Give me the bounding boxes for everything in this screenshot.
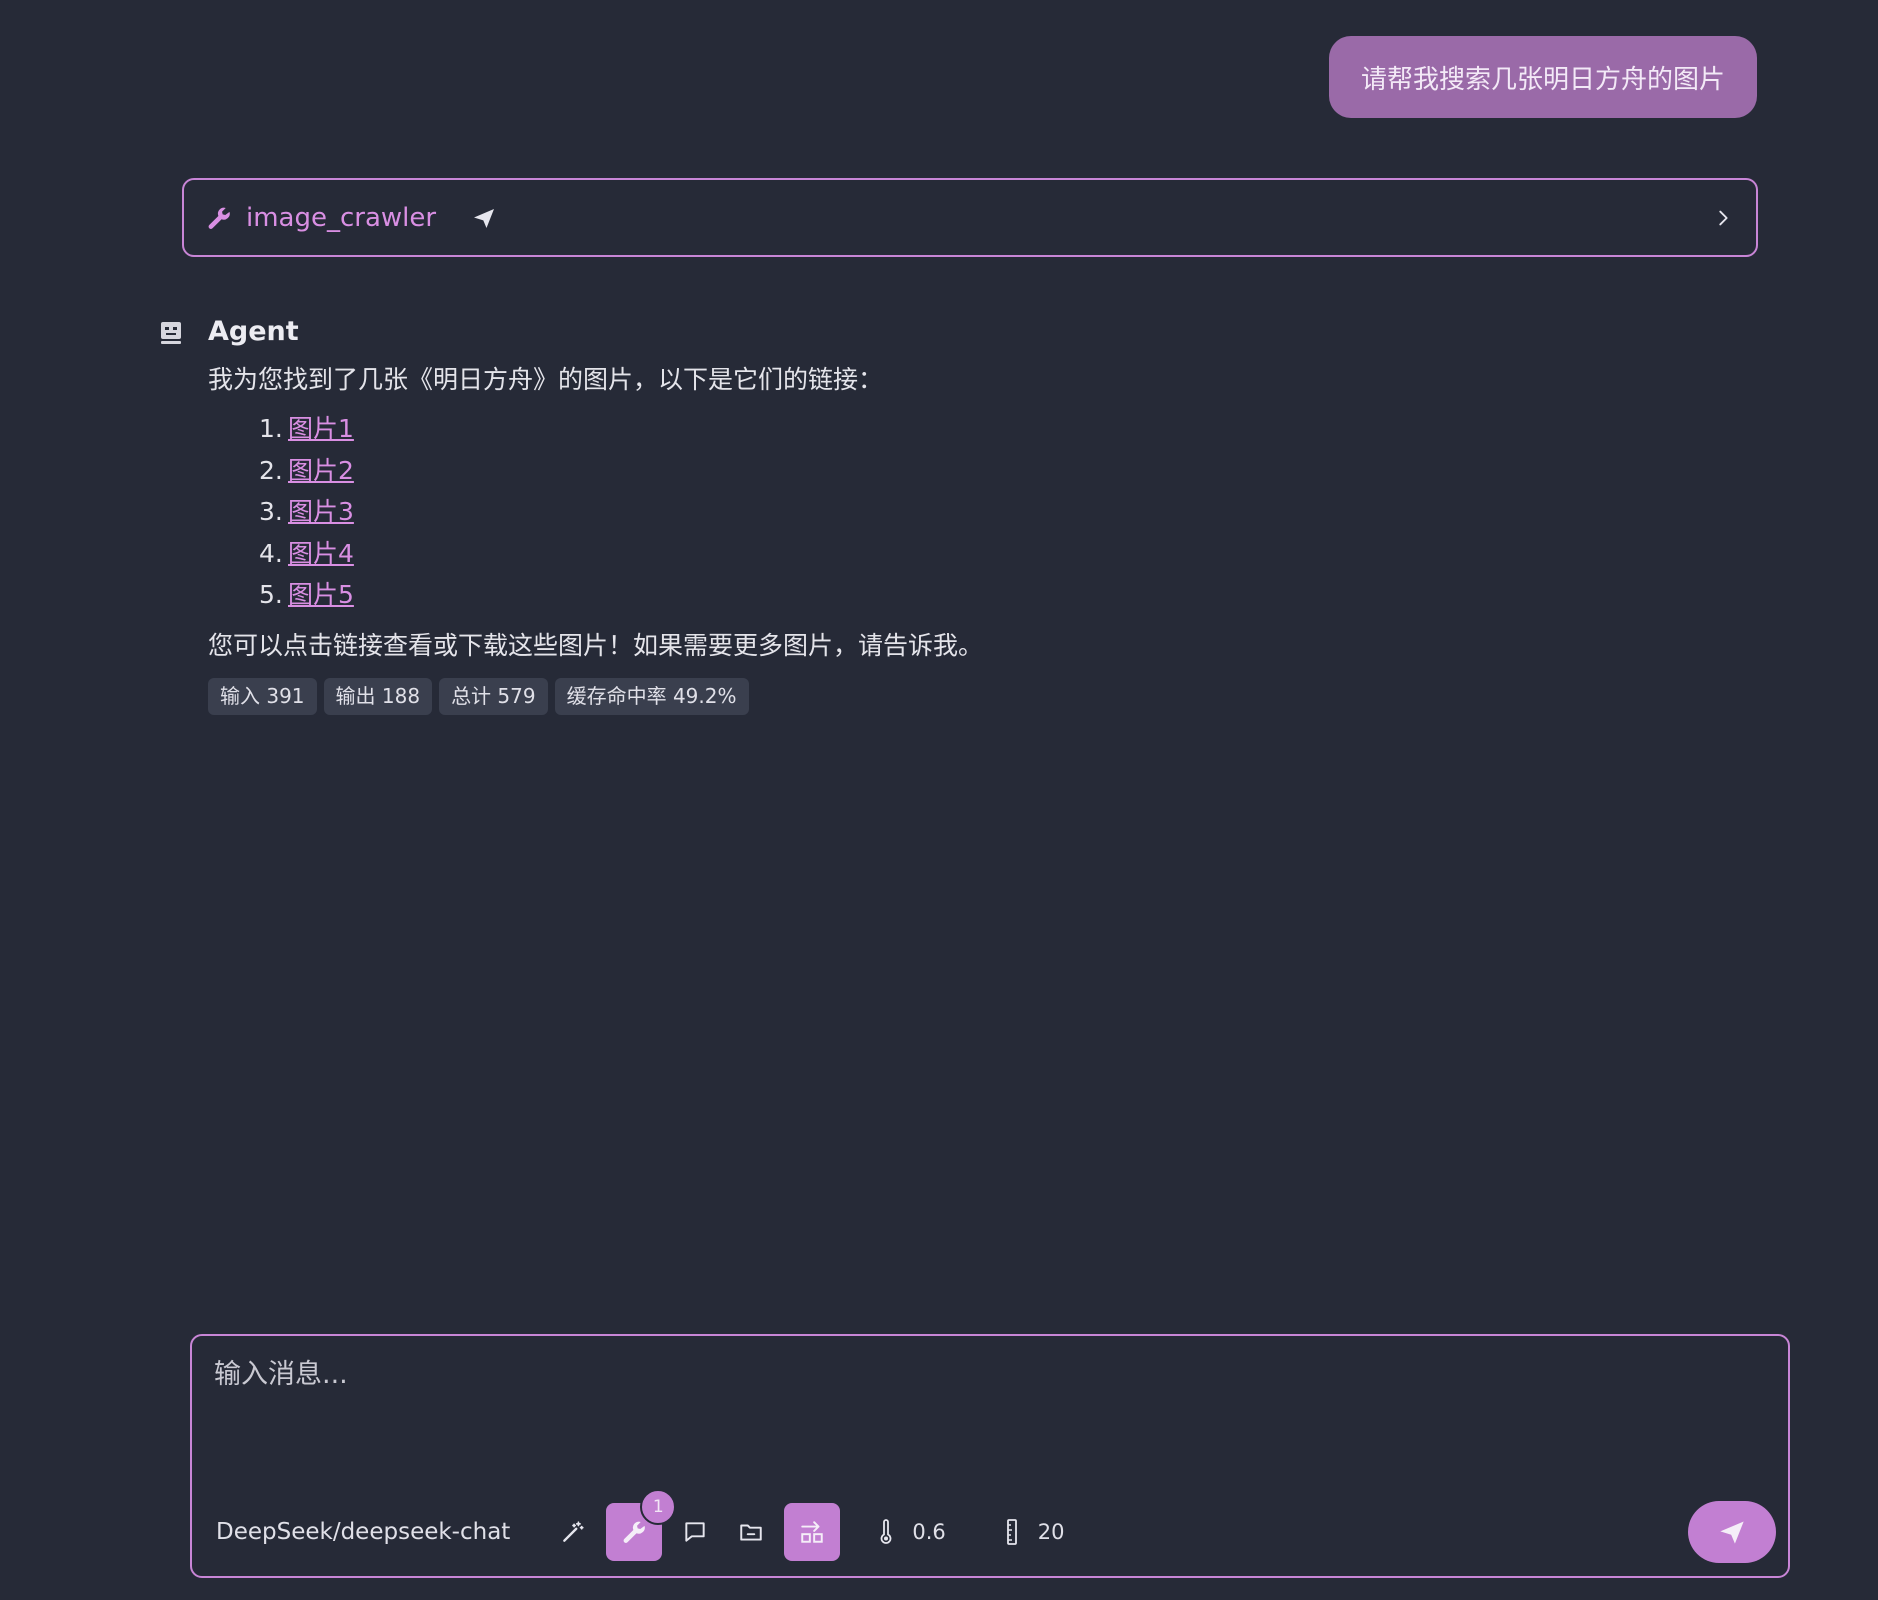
agent-avatar-icon bbox=[161, 322, 181, 344]
image-link-list: 1. 图片1 2. 图片2 3. 图片3 4. 图片4 5. 图片5 bbox=[208, 408, 1708, 616]
ruler-icon bbox=[1006, 1519, 1017, 1545]
chat-bubble-icon bbox=[685, 1522, 705, 1542]
temperature-setting[interactable]: 0.6 bbox=[874, 1519, 946, 1545]
send-button[interactable] bbox=[1688, 1501, 1776, 1563]
agent-name: Agent bbox=[208, 316, 299, 347]
folder-button[interactable] bbox=[728, 1503, 774, 1561]
folder-icon bbox=[740, 1524, 763, 1541]
agent-message: 我为您找到了几张《明日方舟》的图片，以下是它们的链接： 1. 图片1 2. 图片2 … bbox=[208, 360, 1708, 666]
total-tokens-badge: 总计 579 bbox=[439, 678, 548, 715]
user-message-bubble: 请帮我搜索几张明日方舟的图片 bbox=[1328, 36, 1757, 118]
image-link-2[interactable]: 图片2 bbox=[288, 456, 354, 485]
wrench-icon bbox=[208, 207, 230, 229]
input-tokens-badge: 输入 391 bbox=[208, 678, 317, 715]
agent-outro-text: 您可以点击链接查看或下载这些图片！如果需要更多图片，请告诉我。 bbox=[208, 630, 984, 660]
list-item: 1. 图片1 bbox=[259, 414, 354, 443]
token-stats: 输入 391 输出 188 总计 579 缓存命中率 49.2% bbox=[208, 678, 749, 715]
magic-wand-icon bbox=[563, 1521, 584, 1542]
image-link-1[interactable]: 图片1 bbox=[288, 414, 354, 443]
agent-intro-text: 我为您找到了几张《明日方舟》的图片，以下是它们的链接： bbox=[208, 365, 884, 394]
tools-count-badge: 1 bbox=[640, 1489, 677, 1525]
tool-call-bar[interactable]: image_crawler bbox=[182, 178, 1758, 257]
composer-toolbar: DeepSeek/deepseek-chat 1 0.6 20 bbox=[216, 1489, 1094, 1562]
thermometer-icon bbox=[880, 1519, 892, 1544]
workflow-button[interactable] bbox=[784, 1503, 841, 1561]
message-input[interactable] bbox=[212, 1350, 1768, 1424]
cache-hit-badge: 缓存命中率 49.2% bbox=[554, 678, 749, 715]
chat-page: 请帮我搜索几张明日方舟的图片 image_crawler Agent 我为您找到… bbox=[0, 0, 1878, 1600]
tools-button[interactable]: 1 bbox=[606, 1489, 677, 1561]
paper-plane-icon bbox=[1720, 1521, 1744, 1544]
output-tokens-badge: 输出 188 bbox=[323, 678, 433, 715]
list-item: 2. 图片2 bbox=[259, 455, 354, 485]
image-link-5[interactable]: 图片5 bbox=[288, 580, 354, 609]
paper-plane-icon bbox=[474, 208, 495, 228]
image-link-3[interactable]: 图片3 bbox=[288, 497, 354, 526]
image-link-4[interactable]: 图片4 bbox=[288, 539, 354, 568]
chevron-right-icon[interactable] bbox=[1712, 207, 1734, 229]
wrench-icon bbox=[623, 1521, 646, 1543]
grid-arrows-icon bbox=[801, 1521, 824, 1543]
context-length-setting[interactable]: 20 bbox=[1000, 1519, 1065, 1545]
magic-wand-button[interactable] bbox=[550, 1503, 596, 1561]
message-composer: DeepSeek/deepseek-chat 1 bbox=[190, 1334, 1790, 1578]
list-item: 5. 图片5 bbox=[259, 580, 354, 609]
tool-name: image_crawler bbox=[246, 202, 437, 233]
prompt-button[interactable] bbox=[672, 1503, 718, 1561]
list-item: 3. 图片3 bbox=[259, 497, 354, 526]
temperature-value: 0.6 bbox=[912, 1520, 946, 1544]
list-item: 4. 图片4 bbox=[259, 538, 354, 568]
model-selector[interactable]: DeepSeek/deepseek-chat bbox=[216, 1519, 510, 1545]
context-length-value: 20 bbox=[1037, 1520, 1065, 1544]
